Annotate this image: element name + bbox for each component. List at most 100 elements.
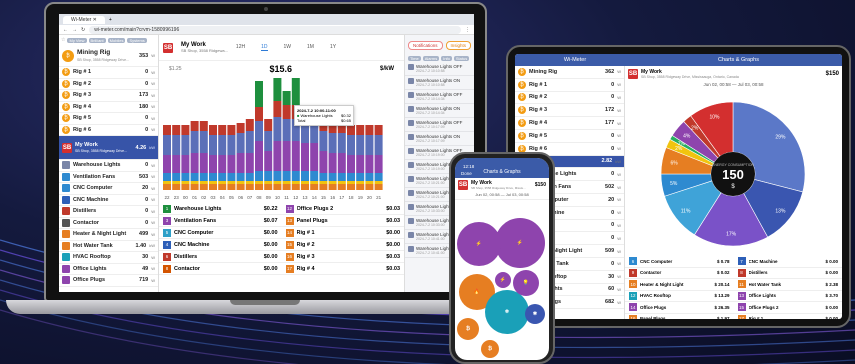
table-cell[interactable]: 8 Distillers $ 0.00 (734, 268, 843, 277)
tab-1y[interactable]: 1Y (330, 44, 336, 51)
sidebar-item-device[interactable]: Ventilation Fans 503 W (59, 172, 158, 183)
bar-segment[interactable] (209, 173, 217, 181)
bar-segment[interactable] (356, 125, 365, 135)
bar-segment[interactable] (255, 81, 263, 107)
event-item[interactable]: Warehouse Lights OFF 2024-7-2 10:14:34 (405, 90, 474, 104)
bar-segment[interactable] (199, 121, 208, 131)
bar-segment[interactable] (218, 173, 227, 181)
legend-cell[interactable]: 4 CNC Machine $0.00 (159, 240, 282, 249)
back-icon[interactable]: ← (63, 27, 68, 33)
chip[interactable]: Brilliant (88, 37, 106, 43)
bar-segment[interactable] (337, 181, 346, 184)
legend-cell[interactable]: 14 Rig # 1 $0.00 (282, 228, 405, 237)
sidebar-item-rig[interactable]: ₿ Rig # 1 0W (59, 67, 158, 79)
table-cell[interactable]: 11 Hot Water Tank $ 2.38 (734, 280, 843, 289)
bar-segment[interactable] (356, 173, 365, 181)
sidebar-item-rig[interactable]: ₿ Rig # 6 0W (59, 125, 158, 136)
bar-segment[interactable] (356, 181, 365, 184)
chip[interactable]: Mobiles (107, 37, 126, 43)
sidebar-item-device[interactable]: HVAC Rooftop 30 W (59, 252, 158, 264)
bar-segment[interactable] (236, 123, 245, 133)
bar-segment[interactable] (347, 184, 355, 190)
sidebar-item-device[interactable]: Office Lights 49 W (59, 264, 158, 275)
bar-segment[interactable] (227, 125, 236, 135)
bar-segment[interactable] (255, 171, 263, 181)
bubble-hvac[interactable]: ❄ (485, 290, 529, 334)
bar-segment[interactable] (199, 173, 208, 181)
bar-segment[interactable] (282, 91, 291, 105)
filter-chip[interactable]: Time (408, 56, 421, 61)
url-field[interactable]: wi-meter.com/main?crvm-1580996196 (89, 25, 461, 34)
chip[interactable]: My View (67, 37, 87, 43)
bar-segment[interactable] (337, 184, 346, 190)
legend-cell[interactable]: 1 Warehouse Lights $0.22 (159, 204, 282, 213)
bubble-plugs-2[interactable]: ⚡ (495, 272, 511, 288)
tablet-sidebar-item[interactable]: ₿ Rig # 4 177 W (515, 117, 624, 130)
bar-segment[interactable] (328, 181, 337, 184)
bar-segment[interactable] (172, 173, 181, 181)
bar-segment[interactable] (199, 181, 208, 184)
table-cell[interactable]: 15 Office Plugs 2 $ 0.00 (734, 303, 843, 312)
bar-segment[interactable] (199, 184, 208, 190)
event-item[interactable]: Warehouse Lights ON 2024-7-2 10:14:34 (405, 104, 474, 118)
tab-1m[interactable]: 1M (307, 44, 314, 51)
bar-segment[interactable] (319, 181, 328, 184)
bar-segment[interactable] (209, 125, 217, 135)
bar-segment[interactable] (319, 173, 328, 181)
bar-segment[interactable] (273, 184, 282, 190)
bar-segment[interactable] (282, 184, 291, 190)
bar-segment[interactable] (273, 171, 282, 181)
bar-segment[interactable] (291, 171, 300, 181)
bar-segment[interactable] (282, 105, 291, 119)
bar-segment[interactable] (227, 173, 236, 181)
bar-segment[interactable] (365, 181, 374, 184)
menu-icon[interactable]: ⋮ (465, 27, 470, 33)
bar-segment[interactable] (218, 155, 227, 173)
bar-segment[interactable] (264, 151, 273, 171)
bar-segment[interactable] (163, 155, 171, 173)
event-item[interactable]: Warehouse Lights OFF 2024-7-2 10:10:58 (405, 62, 474, 76)
bar-segment[interactable] (319, 184, 328, 190)
bar-segment[interactable] (245, 119, 254, 131)
bar-segment[interactable] (273, 141, 282, 171)
bar-segment[interactable] (245, 184, 254, 190)
bar-segment[interactable] (347, 125, 355, 135)
bar-segment[interactable] (172, 135, 181, 155)
bar-segment[interactable] (181, 135, 190, 155)
bar-segment[interactable] (374, 135, 383, 155)
bar-segment[interactable] (218, 125, 227, 135)
bar-segment[interactable] (291, 181, 300, 184)
legend-cell[interactable]: 6 Distillers $0.00 (159, 252, 282, 261)
table-cell[interactable]: 12 HVAC Rooftop $ 13.29 (625, 291, 734, 300)
legend-cell[interactable]: 17 Rig # 4 $0.03 (282, 264, 405, 273)
bar-segment[interactable] (172, 181, 181, 184)
bar-segment[interactable] (209, 181, 217, 184)
bar-segment[interactable] (181, 173, 190, 181)
tablet-sidebar-item[interactable]: ₿ Mining Rig 362 W (515, 66, 624, 79)
sidebar-item-device[interactable]: CNC Computer 20 W (59, 183, 158, 195)
sidebar-item-device[interactable]: Distillers 0 W (59, 206, 158, 218)
legend-cell[interactable]: 12 Office Plugs 2 $0.03 (282, 204, 405, 213)
bar-segment[interactable] (245, 173, 254, 181)
browser-tab[interactable]: Wi-Meter ✕ (63, 15, 105, 24)
legend-cell[interactable]: 3 Ventilation Fans $0.07 (159, 216, 282, 225)
tablet-sidebar-item[interactable]: ₿ Rig # 1 0W (515, 79, 624, 92)
bubble-office-lights[interactable]: 💡 (513, 270, 539, 296)
bar-segment[interactable] (218, 181, 227, 184)
bar-segment[interactable] (255, 141, 263, 171)
bar-segment[interactable] (190, 184, 199, 190)
sidebar-item-rig[interactable]: ₿ Rig # 3 173 W (59, 90, 158, 102)
insights-button[interactable]: Insights (445, 40, 472, 50)
tab-1d[interactable]: 1D (261, 44, 268, 51)
bar-segment[interactable] (190, 121, 199, 131)
bar-segment[interactable] (236, 181, 245, 184)
bar-segment[interactable] (291, 184, 300, 190)
bar-segment[interactable] (310, 181, 319, 184)
legend-cell[interactable]: 13 Panel Plugs $0.03 (282, 216, 405, 225)
bar-segment[interactable] (282, 119, 291, 141)
bar-segment[interactable] (374, 184, 383, 190)
bar-segment[interactable] (319, 151, 328, 173)
table-cell[interactable]: 6 CNC Computer $ 0.78 (625, 257, 734, 266)
bar-segment[interactable] (218, 135, 227, 155)
chip[interactable]: Systems (127, 37, 147, 43)
